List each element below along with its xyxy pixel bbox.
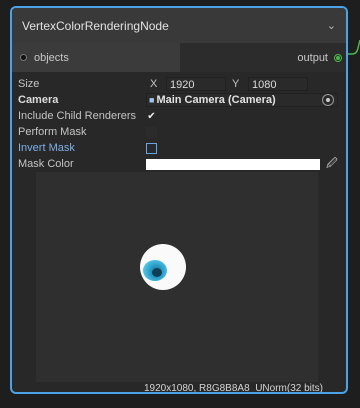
node-title: VertexColorRenderingNode (22, 18, 169, 33)
perform-mask-row: Perform Mask (18, 124, 340, 140)
port-row: objects output (12, 43, 346, 72)
camera-value: Main Camera (Camera) (156, 94, 276, 106)
camera-row: Camera ■ Main Camera (Camera) (18, 92, 340, 108)
node-header[interactable]: VertexColorRenderingNode ⌄ (12, 8, 346, 43)
input-port-objects[interactable]: objects (12, 43, 180, 72)
size-x-input[interactable]: 1920 (166, 77, 226, 91)
mask-color-row: Mask Color 🖉 (18, 156, 340, 172)
size-x-label: X (150, 78, 158, 90)
render-preview (36, 172, 318, 382)
mask-color-label: Mask Color (18, 158, 74, 170)
perform-mask-checkbox[interactable] (146, 126, 157, 138)
output-port[interactable]: output (180, 43, 346, 72)
invert-mask-label: Invert Mask (18, 142, 75, 154)
chevron-down-icon[interactable]: ⌄ (327, 19, 336, 32)
size-row: Size X 1920 Y 1080 (18, 76, 340, 92)
invert-mask-checkbox[interactable] (146, 142, 157, 154)
camera-icon: ■ (149, 95, 155, 105)
input-port-dot-icon[interactable] (20, 54, 27, 61)
eyedropper-icon[interactable]: 🖉 (326, 155, 338, 174)
include-child-checkbox[interactable]: ✔ (146, 111, 157, 122)
mask-color-swatch[interactable] (146, 158, 320, 170)
preview-caption: 1920x1080, R8G8B8A8_UNorm(32 bits) (144, 383, 323, 394)
size-fields: X 1920 Y 1080 (146, 77, 308, 91)
output-port-dot-icon[interactable] (334, 53, 342, 62)
include-child-row: Include Child Renderers ✔ (18, 108, 340, 124)
node-body: Size X 1920 Y 1080 Camera ■ Main Camera … (12, 72, 346, 172)
include-child-label: Include Child Renderers (18, 110, 137, 122)
camera-label: Camera (18, 94, 59, 106)
invert-mask-row: Invert Mask (18, 140, 340, 156)
iris-shape (143, 260, 167, 281)
size-y-label: Y (232, 78, 240, 90)
pupil-shape (152, 268, 162, 277)
eyeball-preview-image (140, 244, 186, 290)
camera-object-field[interactable]: ■ Main Camera (Camera) (146, 93, 338, 107)
object-picker-icon[interactable] (322, 94, 334, 106)
output-connection-wire (346, 40, 360, 55)
size-y-input[interactable]: 1080 (248, 77, 308, 91)
output-port-label: output (297, 51, 328, 64)
size-label: Size (18, 78, 40, 90)
input-port-label: objects (34, 51, 69, 64)
vertex-color-rendering-node[interactable]: VertexColorRenderingNode ⌄ objects outpu… (10, 6, 348, 394)
perform-mask-label: Perform Mask (18, 126, 87, 138)
